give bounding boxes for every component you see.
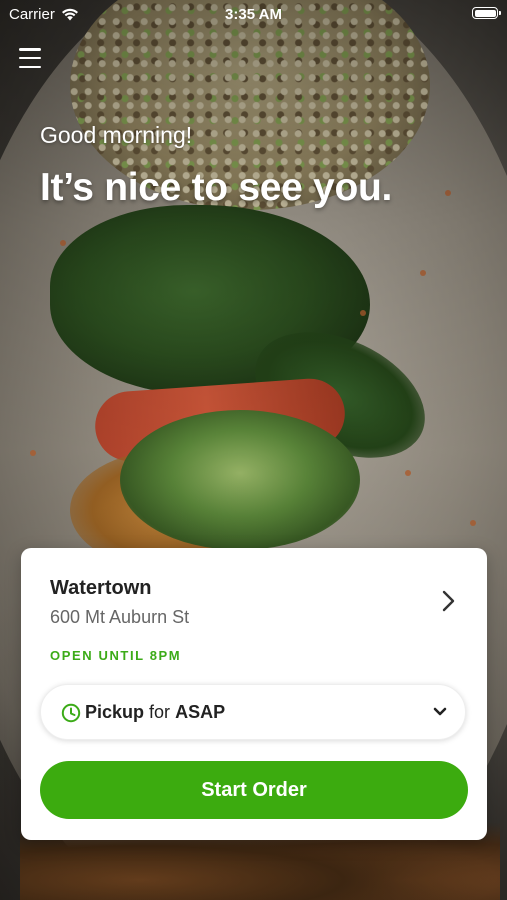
status-time: 3:35 AM — [225, 6, 282, 23]
page-title: It’s nice to see you. — [40, 166, 393, 209]
order-mode-type: Pickup — [85, 702, 145, 722]
order-mode-dropdown[interactable]: Pickup for ASAP — [40, 684, 466, 740]
location-name[interactable]: Watertown — [50, 577, 151, 600]
location-address[interactable]: 600 Mt Auburn St — [50, 607, 189, 628]
status-bar: Carrier 3:35 AM — [0, 0, 507, 28]
menu-icon[interactable] — [19, 48, 41, 68]
order-mode-connector: for — [149, 702, 171, 722]
clock-icon — [61, 703, 81, 723]
order-mode-text: Pickup for ASAP — [85, 702, 225, 723]
greeting-text: Good morning! — [40, 122, 193, 148]
battery-icon — [472, 7, 501, 19]
order-mode-time: ASAP — [175, 702, 226, 722]
open-status-badge: OPEN UNTIL 8PM — [50, 648, 182, 663]
start-order-button[interactable]: Start Order — [40, 761, 468, 819]
chevron-down-icon — [433, 707, 447, 716]
location-card: Watertown 600 Mt Auburn St OPEN UNTIL 8P… — [21, 548, 487, 840]
chevron-right-icon[interactable] — [435, 588, 461, 614]
